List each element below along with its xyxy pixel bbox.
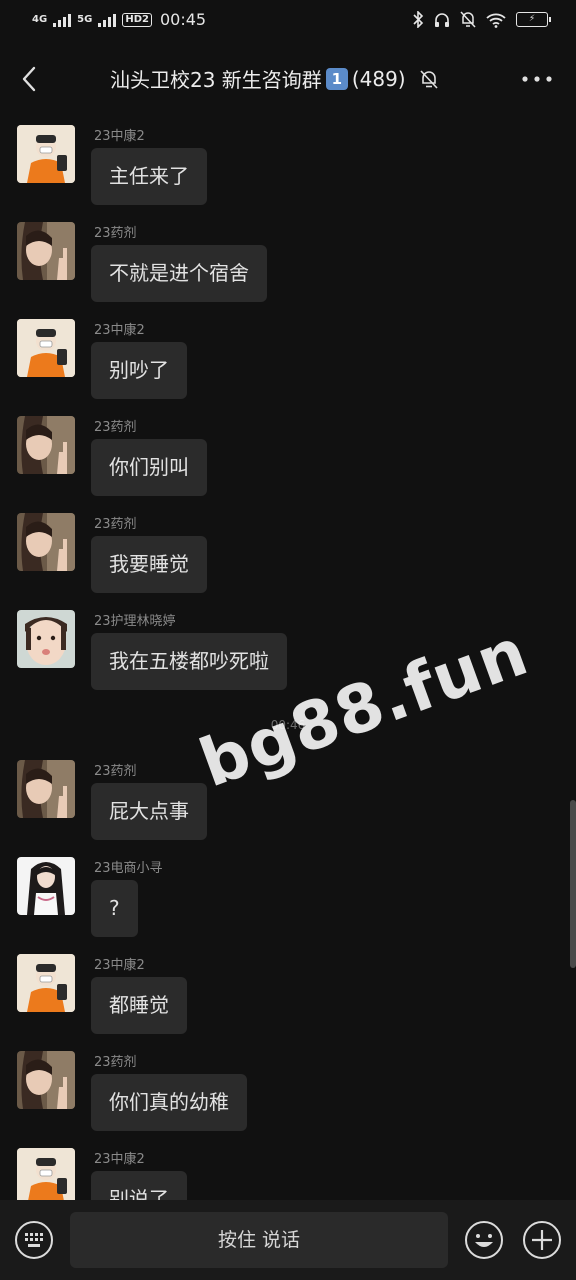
sender-name: 23中康2 — [94, 958, 145, 973]
message-item: 23药剂 你们别叫 — [0, 401, 576, 498]
hd-voice-icon: HD2 — [122, 12, 152, 27]
signal-icon — [53, 13, 72, 27]
keyboard-icon[interactable] — [14, 1220, 54, 1260]
sender-name: 23中康2 — [94, 129, 145, 144]
message-item: 23药剂 我要睡觉 — [0, 498, 576, 595]
emoji-icon[interactable] — [464, 1220, 504, 1260]
avatar[interactable] — [17, 319, 75, 377]
avatar[interactable] — [17, 1051, 75, 1109]
sender-name: 23电商小寻 — [94, 861, 163, 876]
hold-to-talk-button[interactable]: 按住 说话 — [70, 1212, 448, 1268]
input-bar: 按住 说话 — [0, 1200, 576, 1280]
sender-name: 23药剂 — [94, 517, 137, 532]
avatar[interactable] — [17, 610, 75, 668]
status-bar: 4G 5G HD2 00:45 ⚡ — [0, 0, 576, 42]
message-bubble[interactable]: 屁大点事 — [91, 783, 207, 840]
sender-name: 23药剂 — [94, 226, 137, 241]
message-bubble[interactable]: 我要睡觉 — [91, 536, 207, 593]
message-bubble[interactable]: 不就是进个宿舍 — [91, 245, 267, 302]
message-bubble[interactable]: 别说了 — [91, 1171, 187, 1200]
message-item: 23中康2 别吵了 — [0, 304, 576, 401]
back-arrow-icon[interactable] — [14, 62, 48, 96]
member-count: (489) — [351, 66, 406, 91]
status-left: 4G 5G HD2 00:45 — [32, 10, 206, 29]
keycap-one-badge: 1 — [325, 67, 348, 90]
sender-name: 23药剂 — [94, 420, 137, 435]
avatar[interactable] — [17, 1148, 75, 1200]
avatar[interactable] — [17, 416, 75, 474]
sender-name: 23药剂 — [94, 764, 137, 779]
avatar[interactable] — [17, 513, 75, 571]
message-bubble[interactable]: 你们真的幼稚 — [91, 1074, 247, 1131]
message-item: 23电商小寻 ? — [0, 842, 576, 939]
bluetooth-icon — [413, 11, 424, 28]
network-5g-label: 5G — [77, 13, 93, 25]
avatar[interactable] — [17, 125, 75, 183]
status-time: 00:45 — [159, 10, 207, 29]
message-bubble[interactable]: 都睡觉 — [91, 977, 187, 1034]
sender-name: 23中康2 — [94, 323, 145, 338]
mute-bell-icon — [460, 11, 476, 28]
message-item: 23药剂 不就是进个宿舍 — [0, 207, 576, 304]
sender-name: 23中康2 — [94, 1152, 145, 1167]
message-item: 23药剂 你们真的幼稚 — [0, 1036, 576, 1133]
avatar[interactable] — [17, 954, 75, 1012]
sender-name: 23药剂 — [94, 1055, 137, 1070]
headphones-icon — [435, 12, 449, 27]
message-bubble[interactable]: 你们别叫 — [91, 439, 207, 496]
sender-name: 23护理林晓婷 — [94, 614, 176, 629]
signal-icon-2 — [98, 13, 117, 27]
message-bubble[interactable]: 主任来了 — [91, 148, 207, 205]
group-title[interactable]: 汕头卫校23 新生咨询群 1 (489) — [110, 64, 440, 93]
avatar[interactable] — [17, 222, 75, 280]
avatar[interactable] — [17, 857, 75, 915]
chat-header: 汕头卫校23 新生咨询群 1 (489) — [0, 48, 576, 110]
status-right: ⚡ — [412, 11, 551, 28]
message-item: 23中康2 都睡觉 — [0, 939, 576, 1036]
scrollbar[interactable] — [570, 800, 576, 968]
mute-bell-icon — [420, 69, 438, 89]
network-4g-label: 4G — [32, 13, 48, 25]
message-bubble[interactable]: 别吵了 — [91, 342, 187, 399]
message-item: 23中康2 主任来了 — [0, 110, 576, 207]
wifi-icon — [486, 13, 506, 28]
message-bubble[interactable]: ? — [91, 880, 138, 937]
avatar[interactable] — [17, 760, 75, 818]
plus-icon[interactable] — [522, 1220, 562, 1260]
battery-icon: ⚡ — [516, 12, 551, 27]
message-item: 23中康2 别说了 — [0, 1133, 576, 1200]
message-bubble[interactable]: 我在五楼都吵死啦 — [91, 633, 287, 690]
group-name: 汕头卫校23 新生咨询群 — [110, 68, 322, 92]
more-options-icon[interactable] — [520, 70, 554, 88]
